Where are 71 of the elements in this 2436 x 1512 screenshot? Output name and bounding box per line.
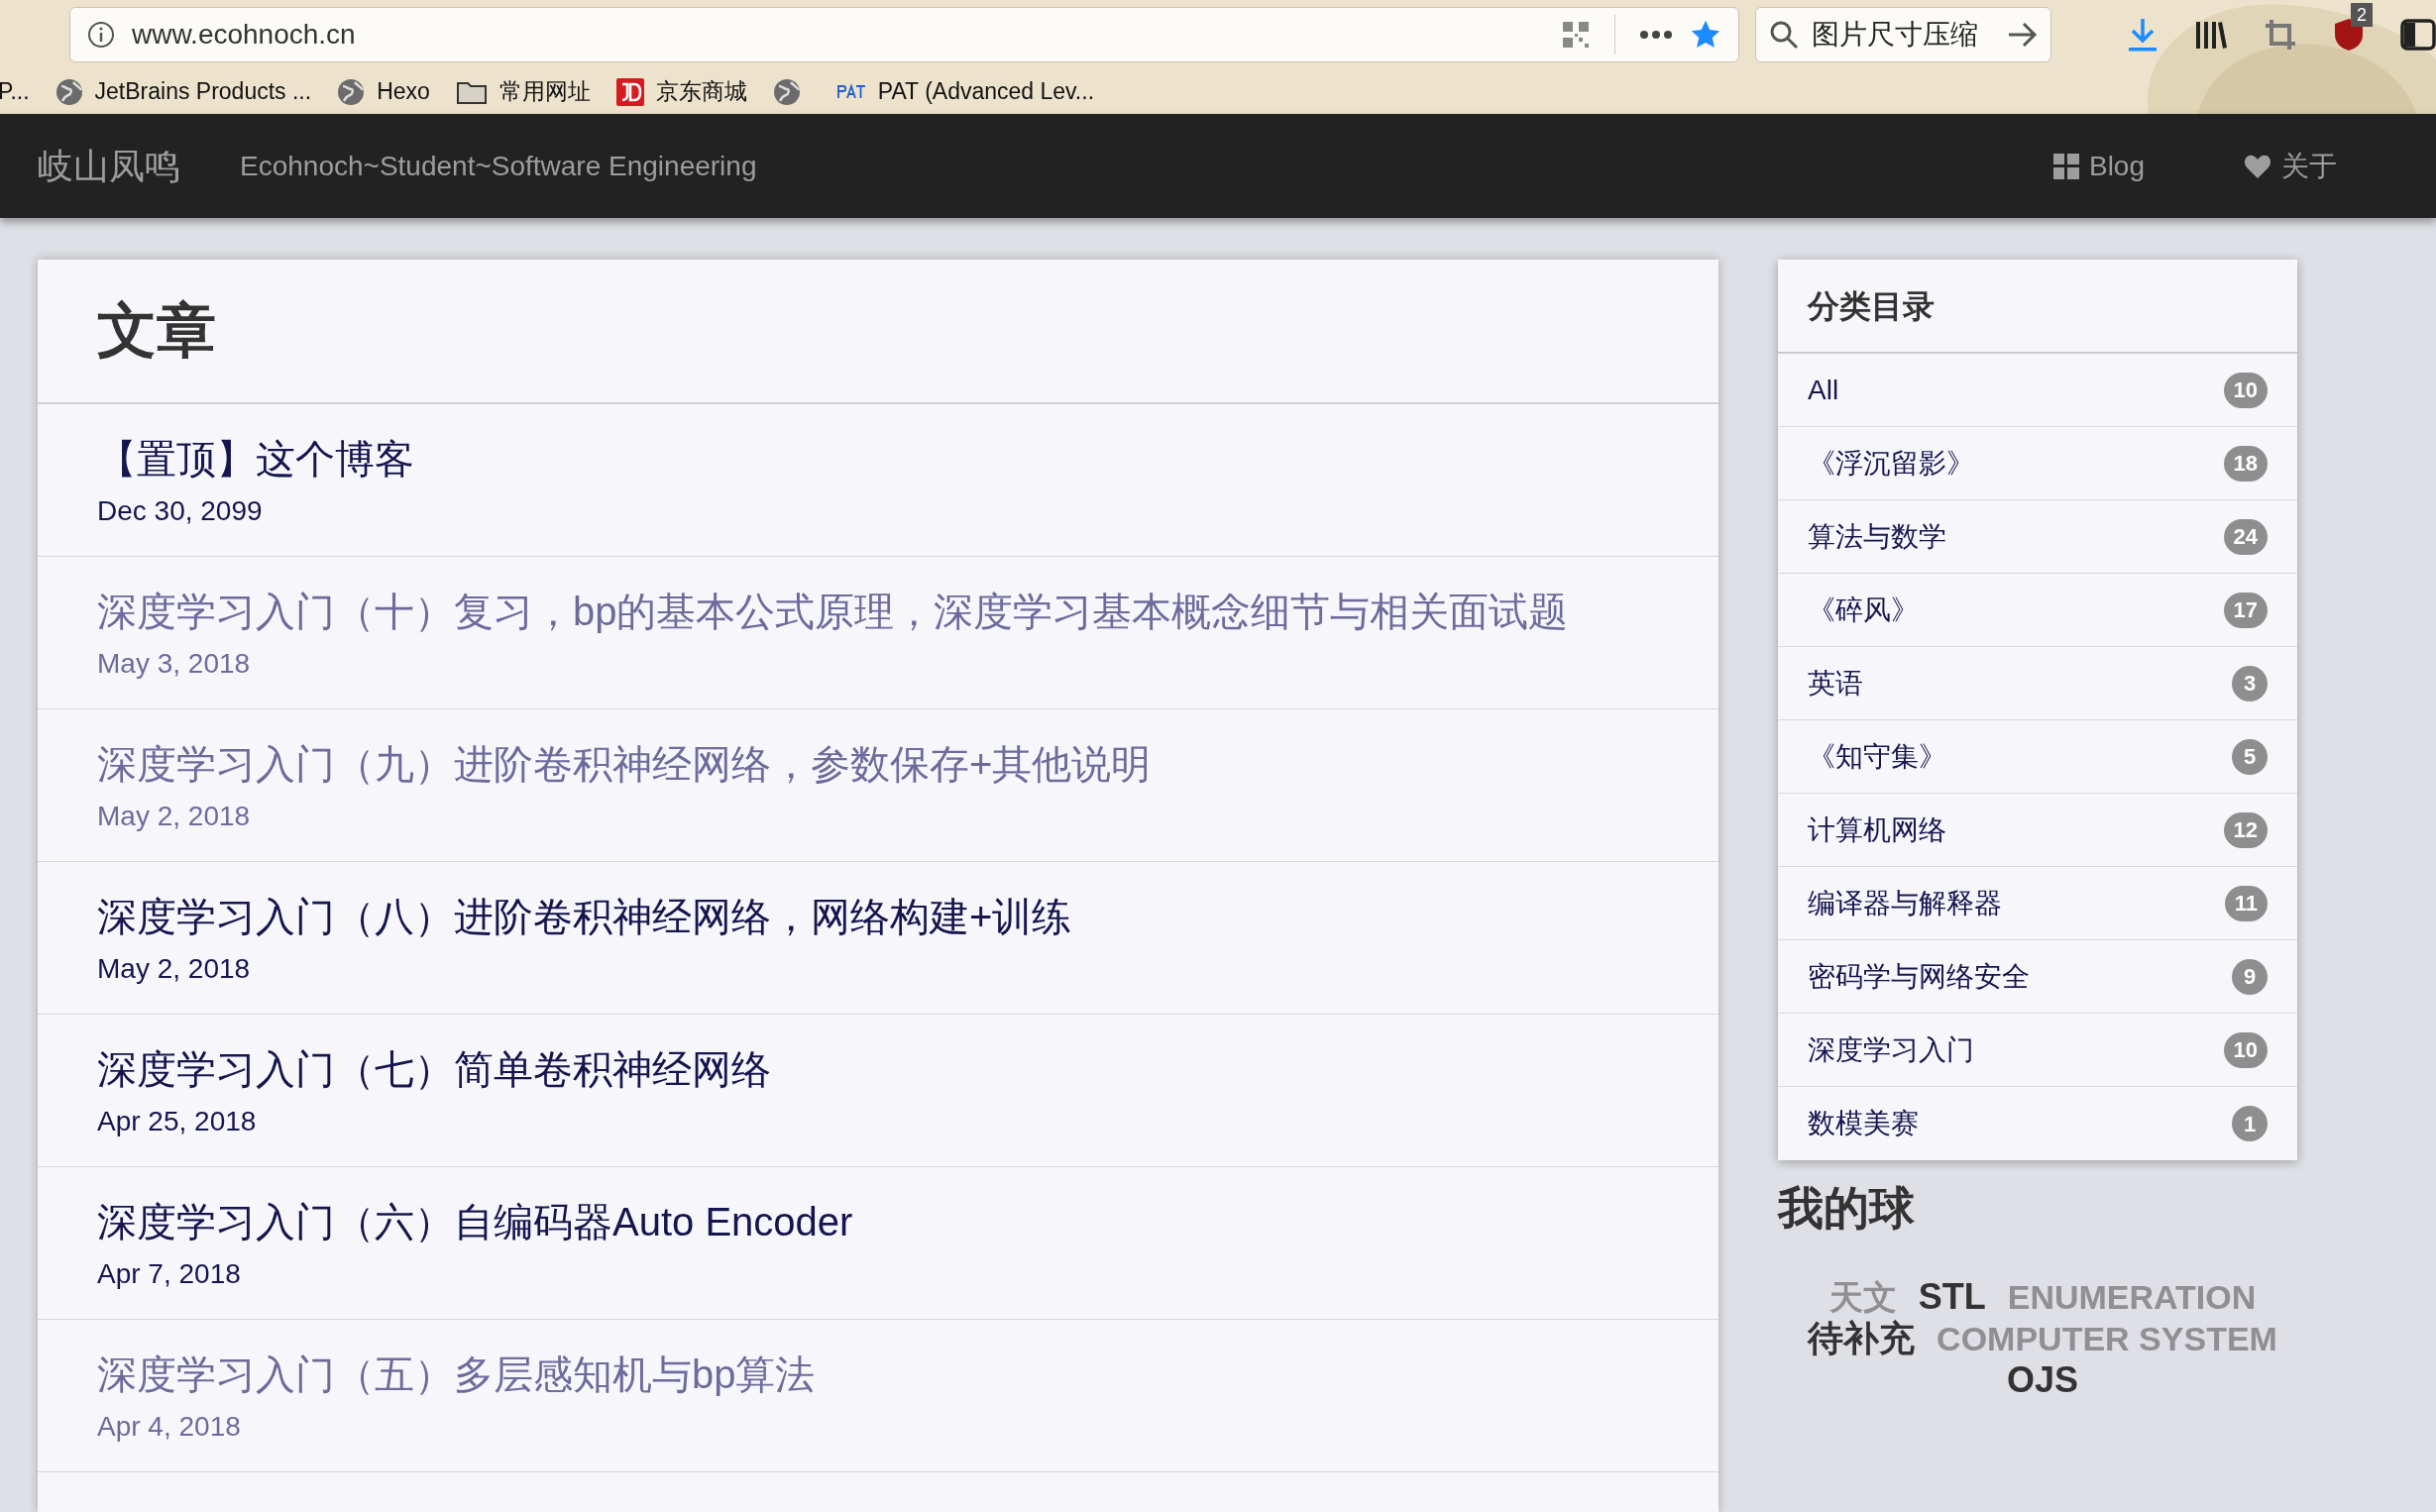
- category-item[interactable]: 《浮沉留影》 18: [1778, 427, 2297, 500]
- article-date: Dec 30, 2099: [97, 493, 263, 528]
- category-item[interactable]: 密码学与网络安全 9: [1778, 940, 2297, 1014]
- article-title-link[interactable]: 【置顶】这个博客: [97, 432, 414, 485]
- qr-code-icon: [1560, 20, 1591, 50]
- section-heading: 文章: [97, 296, 216, 366]
- sidebar-icon: [2400, 19, 2436, 51]
- nav-link[interactable]: Blog: [2052, 145, 2145, 187]
- tag-link[interactable]: OJS: [2006, 1360, 2078, 1400]
- category-item[interactable]: 《碎风》 17: [1778, 574, 2297, 647]
- article-date: May 2, 2018: [97, 799, 251, 833]
- article-title-link[interactable]: 深度学习入门（九）进阶卷积神经网络，参数保存+其他说明: [97, 737, 1152, 790]
- article-date: May 3, 2018: [97, 646, 251, 681]
- article-date: Apr 7, 2018: [97, 1256, 241, 1291]
- grid-icon: [2052, 153, 2079, 179]
- bookmark-icon-item[interactable]: [772, 77, 801, 106]
- bookmark-item[interactable]: JetBrains Products ...: [55, 74, 312, 109]
- article-title-link[interactable]: 深度学习入门（六）自编码器Auto Encoder: [97, 1195, 853, 1247]
- bookmark-item[interactable]: PAT (Advanced Lev...: [826, 74, 1095, 109]
- section-heading: 我的球: [1778, 1181, 1916, 1236]
- nav-link[interactable]: 关于: [2244, 145, 2337, 187]
- more-icon: [1638, 30, 1673, 40]
- count-badge: 12: [2223, 811, 2268, 848]
- address-bar[interactable]: www.ecohnoch.cn: [69, 7, 1739, 62]
- category-item[interactable]: 算法与数学 24: [1778, 500, 2297, 574]
- count-badge: 9: [2232, 958, 2268, 995]
- bookmark-item[interactable]: Hexo: [337, 74, 430, 109]
- notification-badge: 2: [2351, 3, 2373, 27]
- info-icon: [86, 20, 116, 50]
- shop-logo-icon: [615, 77, 644, 106]
- download-icon: [2127, 17, 2159, 53]
- article-title-link[interactable]: 深度学习入门（五）多层感知机与bp算法: [97, 1348, 816, 1400]
- article-date: Apr 25, 2018: [97, 1104, 257, 1138]
- article-title-link[interactable]: 深度学习入门（十）复习，bp的基本公式原理，深度学习基本概念细节与相关面试题: [97, 585, 1569, 637]
- bookmark-item[interactable]: 京东商城: [615, 74, 747, 109]
- panel-heading: 分类目录: [1808, 286, 1935, 326]
- count-badge: 5: [2232, 738, 2268, 775]
- count-badge: 11: [2224, 885, 2268, 921]
- category-item[interactable]: 英语 3: [1778, 647, 2297, 720]
- crop-icon: [2264, 18, 2297, 52]
- arrow-right-icon: [2007, 21, 2039, 49]
- count-badge: 3: [2232, 665, 2268, 702]
- globe-icon: [55, 77, 83, 106]
- count-badge: 24: [2223, 518, 2268, 555]
- article-date: Apr 4, 2018: [97, 1409, 241, 1444]
- count-badge: 1: [2232, 1106, 2268, 1141]
- url-text: www.ecohnoch.cn: [132, 18, 357, 52]
- count-badge: 10: [2223, 372, 2268, 408]
- count-badge: 18: [2223, 445, 2268, 482]
- category-item[interactable]: 《知守集》 5: [1778, 720, 2297, 794]
- site-brand[interactable]: 岐山凤鸣: [38, 139, 180, 193]
- bookmark-item[interactable]: P...: [0, 74, 30, 109]
- site-subtitle: Ecohnoch~Student~Software Engineering: [240, 149, 758, 183]
- library-icon: [2194, 19, 2228, 51]
- globe-icon: [772, 77, 801, 106]
- tag-link[interactable]: STL: [1918, 1277, 1986, 1317]
- category-item[interactable]: 计算机网络 12: [1778, 794, 2297, 867]
- globe-icon: [337, 77, 366, 106]
- article-date: May 2, 2018: [97, 951, 251, 986]
- category-item[interactable]: 数模美赛 1: [1778, 1087, 2297, 1160]
- article-title-link[interactable]: 深度学习入门（八）进阶卷积神经网络，网络构建+训练: [97, 890, 1072, 942]
- heart-icon: [2244, 153, 2271, 179]
- article-title-link[interactable]: 深度学习入门（七）简单卷积神经网络: [97, 1042, 771, 1095]
- count-badge: 17: [2223, 592, 2268, 628]
- bookmark-item[interactable]: 常用网址: [455, 74, 591, 109]
- tag-link[interactable]: 待补充: [1808, 1319, 1916, 1358]
- category-item[interactable]: All 10: [1778, 354, 2297, 427]
- search-field[interactable]: 图片尺寸压缩: [1754, 7, 2051, 62]
- count-badge: 10: [2223, 1031, 2268, 1068]
- category-item[interactable]: 编译器与解释器 11: [1778, 867, 2297, 940]
- category-item[interactable]: 深度学习入门 10: [1778, 1014, 2297, 1087]
